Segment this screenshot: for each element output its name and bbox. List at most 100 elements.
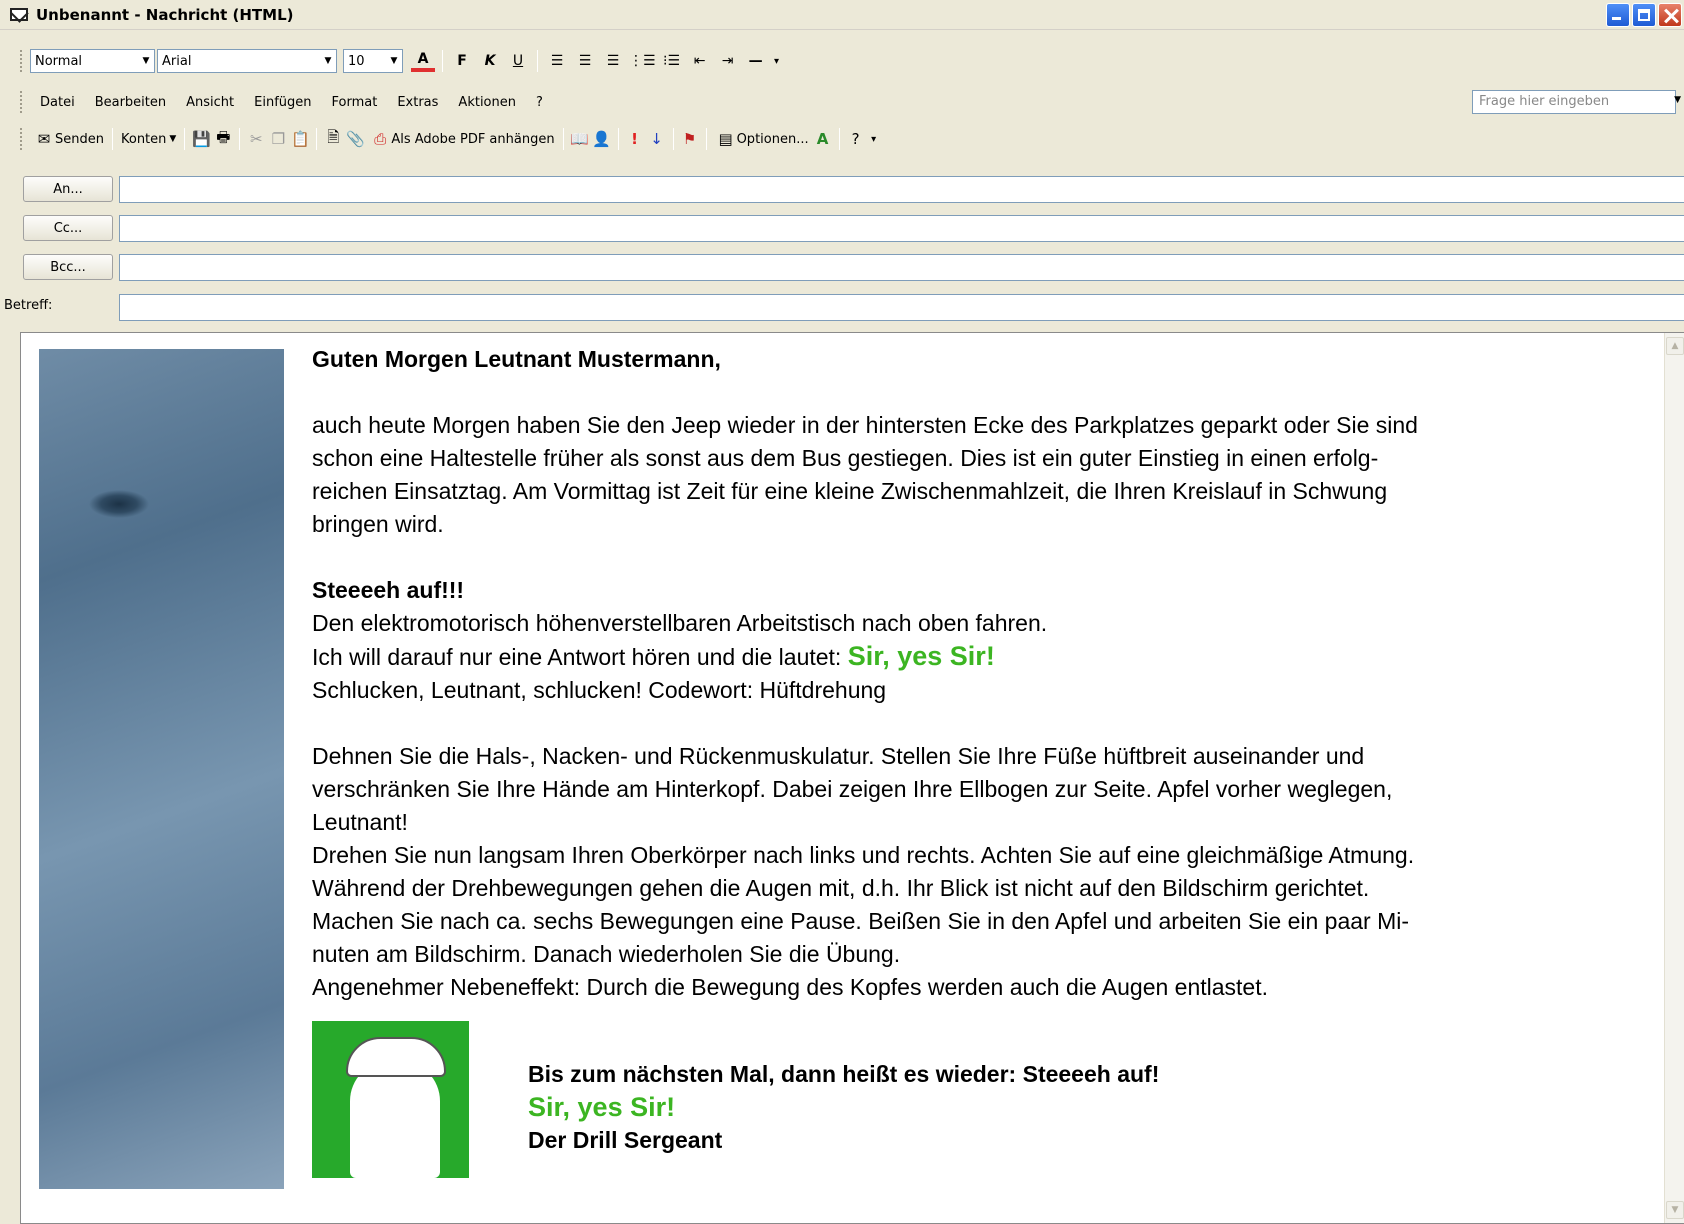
menu-einfuegen[interactable]: Einfügen [254, 95, 311, 110]
closing-green: Sir, yes Sir! [528, 1092, 676, 1122]
separator [705, 128, 707, 150]
chevron-down-icon[interactable]: ▼ [138, 50, 154, 72]
separator [838, 128, 840, 150]
paragraph-line: verschränken Sie Ihre Hände am Hinterkop… [312, 776, 1393, 802]
low-importance-icon[interactable]: ↓ [646, 128, 668, 150]
message-body[interactable]: Guten Morgen Leutnant Mustermann, auch h… [20, 332, 1684, 1224]
chevron-down-icon[interactable]: ▼ [320, 50, 336, 72]
signature-block: Bis zum nächsten Mal, dann heißt es wied… [528, 1058, 1159, 1157]
bcc-field[interactable] [119, 254, 1684, 281]
align-left-icon[interactable]: ☰ [545, 49, 569, 73]
attachment-icon[interactable]: 📎 [344, 128, 366, 150]
menu-ansicht[interactable]: Ansicht [186, 95, 234, 110]
toolbar-options-icon[interactable]: ▾ [869, 127, 879, 151]
check-names-icon[interactable]: 👤 [591, 128, 613, 150]
close-button[interactable] [1658, 3, 1682, 27]
message-text: Guten Morgen Leutnant Mustermann, auch h… [312, 343, 1652, 1004]
envelope-icon [10, 8, 28, 21]
menu-datei[interactable]: Datei [40, 95, 75, 110]
chevron-down-icon[interactable]: ▼ [1674, 95, 1681, 105]
formatting-toolbar: Normal ▼ Arial ▼ 10 ▼ A F K U ☰ ☰ ☰ ⋮☰ ⁝… [0, 47, 1684, 75]
ask-question-input[interactable]: Frage hier eingeben ▼ [1472, 90, 1681, 114]
font-color-icon[interactable]: A [411, 50, 435, 72]
paragraph-line: Angenehmer Nebeneffekt: Durch die Bewegu… [312, 974, 1269, 1000]
chevron-down-icon[interactable]: ▼ [386, 50, 402, 72]
separator [617, 128, 619, 150]
steh-auf-heading: Steeeeh auf!!! [312, 577, 465, 603]
menu-help[interactable]: ? [536, 95, 543, 110]
menu-aktionen[interactable]: Aktionen [458, 95, 516, 110]
scroll-down-icon[interactable]: ▼ [1666, 1201, 1684, 1219]
paragraph-line: Leutnant! [312, 809, 408, 835]
underline-button[interactable]: U [506, 49, 530, 73]
print-icon[interactable]: 🖶 [212, 128, 234, 150]
bcc-row: Bcc... [0, 252, 1684, 282]
cc-button[interactable]: Cc... [23, 215, 113, 241]
font-select[interactable]: Arial ▼ [157, 49, 337, 73]
toolbar-grip[interactable] [20, 91, 24, 113]
answer-prefix: Ich will darauf nur eine Antwort hören u… [312, 644, 848, 670]
menu-extras[interactable]: Extras [397, 95, 438, 110]
italic-button[interactable]: K [478, 49, 502, 73]
standard-toolbar: ✉ Senden Konten ▼ 💾 🖶 ✂ ❐ 📋 🗎 📎 ⎙ Als Ad… [0, 124, 1684, 154]
increase-indent-icon[interactable]: ⇥ [716, 49, 740, 73]
paragraph-line: Drehen Sie nun langsam Ihren Oberkörper … [312, 842, 1415, 868]
bold-button[interactable]: F [450, 49, 474, 73]
insert-file-icon[interactable]: 🗎 [322, 128, 344, 150]
align-center-icon[interactable]: ☰ [573, 49, 597, 73]
paragraph-line: bringen wird. [312, 511, 444, 537]
pdf-icon: ⎙ [374, 130, 387, 148]
format-text-icon[interactable]: A [812, 128, 834, 150]
answer-highlight: Sir, yes Sir! [847, 641, 995, 671]
scroll-up-icon[interactable]: ▲ [1666, 337, 1684, 355]
window-controls [1606, 3, 1682, 27]
chevron-down-icon: ▼ [169, 134, 177, 144]
bcc-button[interactable]: Bcc... [23, 254, 113, 280]
follow-up-flag-icon[interactable]: ⚑ [679, 128, 701, 150]
bullet-list-icon[interactable]: ⁝☰ [660, 49, 684, 73]
paragraph-line: auch heute Morgen haben Sie den Jeep wie… [312, 412, 1418, 438]
paste-icon[interactable]: 📋 [289, 128, 311, 150]
vertical-scrollbar[interactable]: ▲ ▼ [1664, 333, 1684, 1223]
menu-format[interactable]: Format [332, 95, 378, 110]
numbered-list-icon[interactable]: ⋮☰ [629, 49, 656, 73]
separator [537, 50, 538, 72]
paragraph-line: schon eine Haltestelle früher als sonst … [312, 445, 1379, 471]
size-value: 10 [348, 53, 365, 69]
to-field[interactable] [119, 176, 1684, 203]
to-button[interactable]: An... [23, 176, 113, 202]
size-select[interactable]: 10 ▼ [343, 49, 403, 73]
horizontal-line-icon[interactable]: — [744, 49, 768, 73]
copy-icon[interactable]: ❐ [267, 128, 289, 150]
cc-field[interactable] [119, 215, 1684, 242]
options-label: Optionen... [736, 131, 809, 147]
maximize-button[interactable] [1632, 3, 1656, 27]
toolbar-grip[interactable] [20, 50, 24, 72]
address-book-icon[interactable]: 📖 [569, 128, 591, 150]
options-button[interactable]: ▤ Optionen... [715, 126, 809, 152]
subject-field[interactable] [119, 294, 1684, 321]
signature: Der Drill Sergeant [528, 1127, 723, 1153]
toolbar-options-icon[interactable]: ▾ [772, 49, 782, 73]
toolbar-grip[interactable] [20, 128, 24, 150]
minimize-button[interactable] [1606, 3, 1630, 27]
paragraph-line: Machen Sie nach ca. sechs Bewegungen ein… [312, 908, 1410, 934]
menu-bearbeiten[interactable]: Bearbeiten [95, 95, 166, 110]
send-button[interactable]: ✉ Senden [33, 126, 104, 152]
cc-row: Cc... [0, 213, 1684, 243]
style-select[interactable]: Normal ▼ [30, 49, 155, 73]
separator [442, 50, 443, 72]
pdf-attach-button[interactable]: ⎙ Als Adobe PDF anhängen [369, 126, 554, 152]
decrease-indent-icon[interactable]: ⇤ [688, 49, 712, 73]
title-bar: Unbenannt - Nachricht (HTML) [0, 0, 1684, 30]
cut-icon[interactable]: ✂ [245, 128, 267, 150]
paragraph-line: Während der Drehbewegungen gehen die Aug… [312, 875, 1370, 901]
align-right-icon[interactable]: ☰ [601, 49, 625, 73]
style-value: Normal [35, 53, 83, 69]
paragraph-line: Den elektromotorisch höhenverstellbaren … [312, 610, 1048, 636]
save-icon[interactable]: 💾 [190, 128, 212, 150]
greeting: Guten Morgen Leutnant Mustermann, [312, 346, 721, 372]
high-importance-icon[interactable]: ! [624, 128, 646, 150]
help-icon[interactable]: ? [845, 128, 867, 150]
accounts-button[interactable]: Konten ▼ [121, 126, 176, 152]
